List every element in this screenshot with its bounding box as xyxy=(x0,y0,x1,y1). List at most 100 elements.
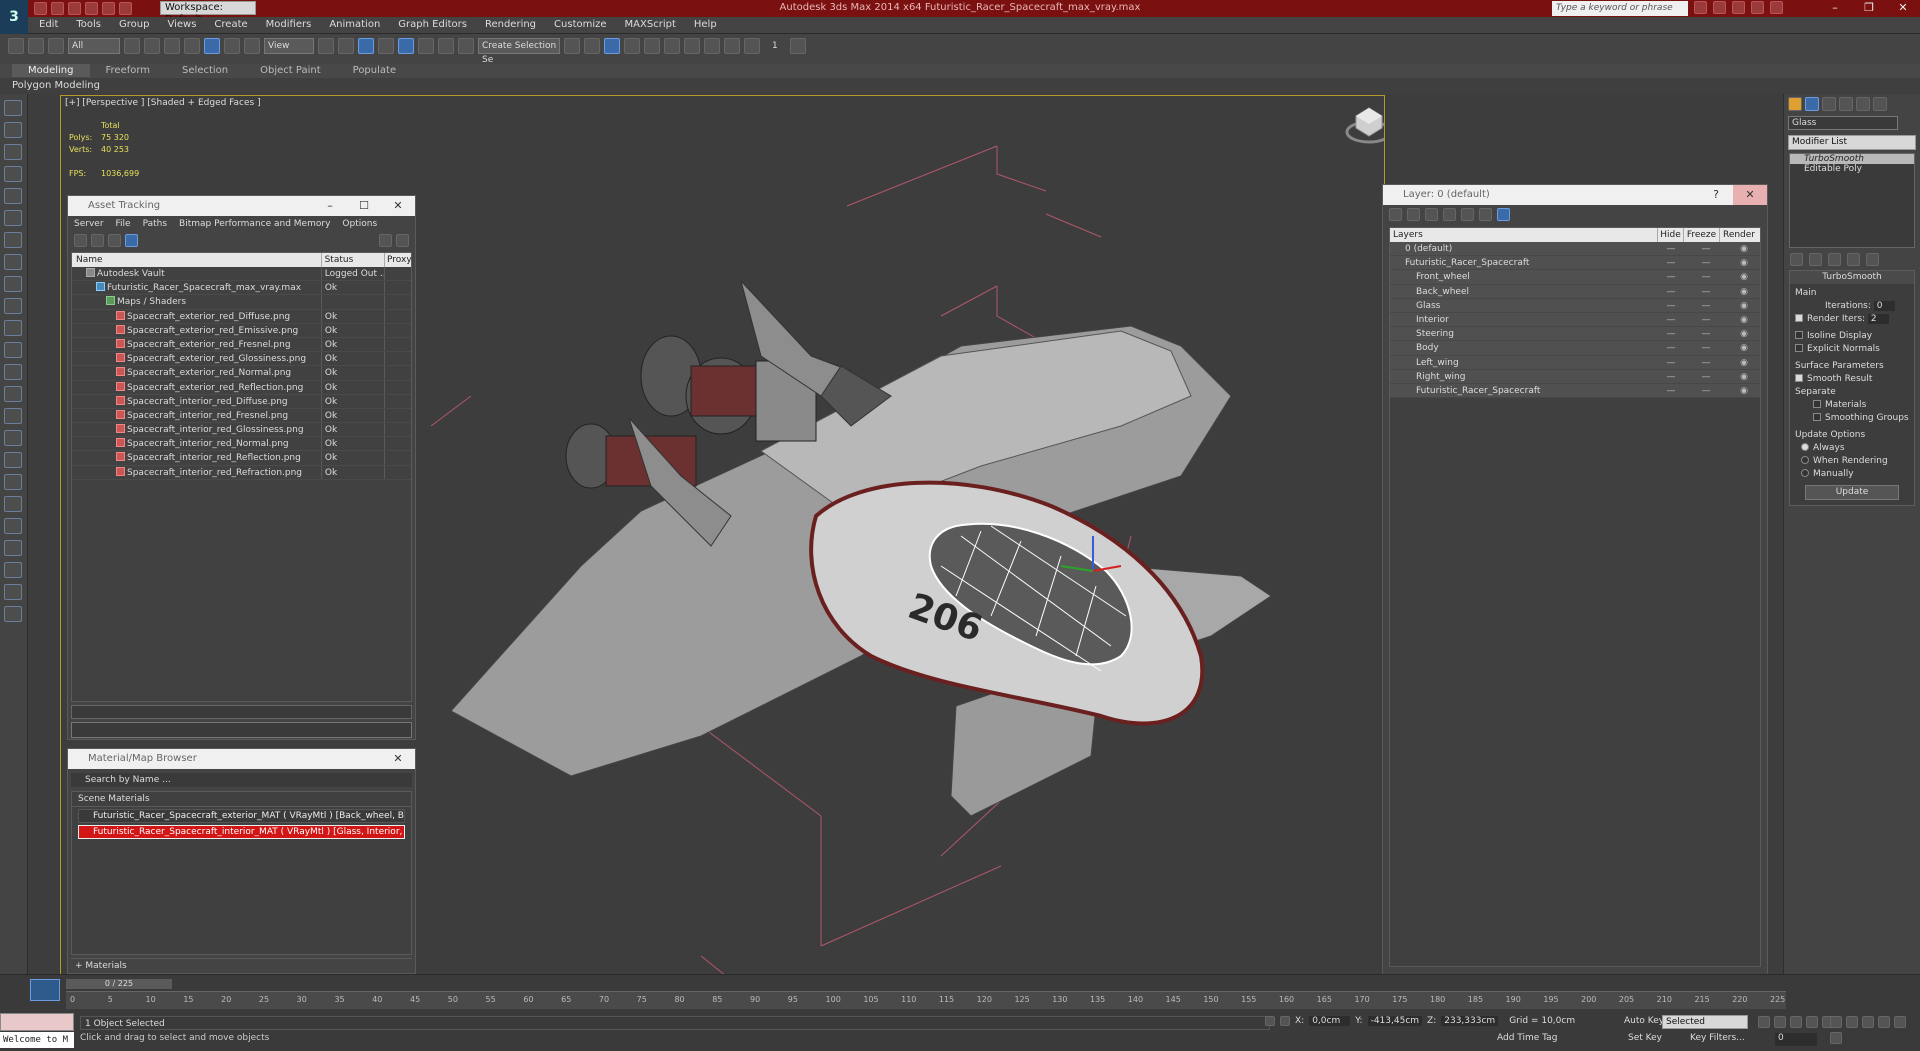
table-row[interactable]: Spacecraft_interior_red_Glossiness.png Ok xyxy=(72,423,411,438)
refresh-icon[interactable] xyxy=(74,234,87,247)
create-tab-icon[interactable] xyxy=(1788,97,1802,111)
schematic-view-icon[interactable] xyxy=(664,38,680,54)
cone-icon[interactable] xyxy=(4,342,22,358)
polygon-modeling-tab[interactable]: Polygon Modeling xyxy=(12,80,100,91)
spinner-snap-icon[interactable] xyxy=(438,38,454,54)
selection-filter-dropdown[interactable]: All xyxy=(68,38,120,54)
layer-row[interactable]: Front_wheel — — ◉ xyxy=(1390,270,1760,285)
foliage-icon[interactable] xyxy=(4,474,22,490)
reference-coordinate-dropdown[interactable]: View xyxy=(264,38,314,54)
show-end-result-icon[interactable] xyxy=(1809,253,1822,266)
hide-toggle[interactable]: — xyxy=(1665,270,1677,284)
layer-manager-icon[interactable] xyxy=(604,38,620,54)
always-radio[interactable] xyxy=(1801,443,1809,451)
iterations-spinner[interactable]: 0 xyxy=(1873,301,1895,311)
rollout-title[interactable]: TurboSmooth xyxy=(1790,271,1914,284)
y-coordinate[interactable]: -413,45cm xyxy=(1367,1016,1423,1026)
viewcube-icon[interactable] xyxy=(1344,98,1384,144)
hide-toggle[interactable]: — xyxy=(1665,299,1677,313)
mini-listener-icon[interactable] xyxy=(30,979,60,1001)
list-icon[interactable] xyxy=(91,234,104,247)
table-row[interactable]: Spacecraft_interior_red_Refraction.png Ok xyxy=(72,465,411,480)
materials-checkbox[interactable] xyxy=(1813,400,1821,408)
utilities-tab-icon[interactable] xyxy=(1873,97,1887,111)
remove-modifier-icon[interactable] xyxy=(1847,253,1860,266)
table-row[interactable]: Spacecraft_exterior_red_Normal.png Ok xyxy=(72,366,411,381)
asset-menu-bitmap-performance-and-memory[interactable]: Bitmap Performance and Memory xyxy=(179,219,330,229)
render-toggle-icon[interactable]: ◉ xyxy=(1738,384,1750,398)
select-by-name-icon[interactable] xyxy=(144,38,160,54)
mirror-icon[interactable] xyxy=(564,38,580,54)
update-button[interactable]: Update xyxy=(1805,485,1899,500)
named-selection-dropdown[interactable]: Create Selection Se xyxy=(478,38,560,65)
minimize-button[interactable]: – xyxy=(313,196,347,216)
display-tab-icon[interactable] xyxy=(1856,97,1870,111)
freeze-toggle[interactable]: — xyxy=(1700,327,1712,341)
edit-named-selection-icon[interactable] xyxy=(458,38,474,54)
globe-icon[interactable] xyxy=(4,540,22,556)
zoom-extents-icon[interactable] xyxy=(1862,1016,1874,1028)
hide-toggle[interactable]: — xyxy=(1665,256,1677,270)
layer-row[interactable]: Futuristic_Racer_Spacecraft — — ◉ xyxy=(1390,383,1760,399)
material-editor-icon[interactable] xyxy=(684,38,700,54)
pan-icon[interactable] xyxy=(1894,1016,1906,1028)
material-search-input[interactable]: Search by Name ... xyxy=(71,773,412,787)
keyboard-shortcut-override-icon[interactable] xyxy=(358,38,374,54)
orbit-icon[interactable] xyxy=(1830,1032,1842,1044)
layer-manager-titlebar[interactable]: Layer: 0 (default) ? ✕ xyxy=(1383,185,1767,205)
torus-icon[interactable] xyxy=(4,386,22,402)
table-row[interactable]: Spacecraft_exterior_red_Fresnel.png Ok xyxy=(72,337,411,353)
table-icon[interactable] xyxy=(108,234,121,247)
close-button[interactable]: ✕ xyxy=(1886,0,1920,17)
render-toggle-icon[interactable]: ◉ xyxy=(1738,341,1750,355)
configure-sets-icon[interactable] xyxy=(1866,253,1879,266)
layer-row[interactable]: Right_wing — — ◉ xyxy=(1390,369,1760,384)
scene-materials-header[interactable]: Scene Materials xyxy=(72,792,411,807)
maxscript-mini-listener[interactable] xyxy=(0,1013,74,1031)
ribbon-tab-freeform[interactable]: Freeform xyxy=(90,64,167,77)
redo-icon[interactable] xyxy=(102,2,115,15)
light-icon[interactable] xyxy=(4,188,22,204)
app-logo[interactable]: 3 xyxy=(0,0,28,34)
select-move-icon[interactable] xyxy=(204,38,220,54)
freeze-toggle[interactable]: — xyxy=(1700,299,1712,313)
menu-graph-editors[interactable]: Graph Editors xyxy=(389,19,476,30)
go-to-start-icon[interactable] xyxy=(1758,1016,1770,1028)
menu-maxscript[interactable]: MAXScript xyxy=(616,19,685,30)
column-layers[interactable]: Layers xyxy=(1390,228,1658,242)
column-render[interactable]: Render xyxy=(1720,228,1758,242)
freeze-toggle[interactable]: — xyxy=(1700,256,1712,270)
help-icon[interactable] xyxy=(379,234,392,247)
smooth-result-checkbox[interactable] xyxy=(1795,374,1803,382)
render-toggle-icon[interactable]: ◉ xyxy=(1738,327,1750,341)
hide-toggle[interactable]: — xyxy=(1665,313,1677,327)
menu-tools[interactable]: Tools xyxy=(67,19,110,30)
previous-frame-icon[interactable] xyxy=(1774,1016,1786,1028)
table-row[interactable]: Spacecraft_exterior_red_Glossiness.png Ok xyxy=(72,352,411,367)
materials-section-collapsed[interactable]: + Materials xyxy=(71,958,412,972)
favorites-icon[interactable] xyxy=(1751,1,1764,14)
table-row[interactable]: Spacecraft_exterior_red_Diffuse.png Ok xyxy=(72,309,411,324)
render-toggle-icon[interactable]: ◉ xyxy=(1738,356,1750,370)
when-rendering-radio[interactable] xyxy=(1801,456,1809,464)
angle-snap-icon[interactable] xyxy=(398,38,414,54)
smoothing-groups-checkbox[interactable] xyxy=(1813,413,1821,421)
hide-toggle[interactable]: — xyxy=(1665,370,1677,384)
zoom-icon[interactable] xyxy=(1830,1016,1842,1028)
absolute-mode-icon[interactable] xyxy=(1280,1016,1290,1026)
bone-icon[interactable] xyxy=(4,430,22,446)
box-primitive-icon[interactable] xyxy=(4,122,22,138)
auto-key-button[interactable]: Auto Key xyxy=(1624,1016,1664,1026)
render-toggle-icon[interactable]: ◉ xyxy=(1738,299,1750,313)
render-production-icon[interactable] xyxy=(744,38,760,54)
freeze-toggle[interactable]: — xyxy=(1700,370,1712,384)
render-setup-icon[interactable] xyxy=(704,38,720,54)
material-browser-titlebar[interactable]: Material/Map Browser ✕ xyxy=(68,749,415,769)
rendered-frame-window-icon[interactable] xyxy=(724,38,740,54)
zoom-all-icon[interactable] xyxy=(1846,1016,1858,1028)
unlink-icon[interactable] xyxy=(28,38,44,54)
render-toggle-icon[interactable]: ◉ xyxy=(1738,242,1750,256)
subscription-icon[interactable] xyxy=(1713,1,1726,14)
cylinder-icon[interactable] xyxy=(4,320,22,336)
key-set-dropdown[interactable]: Selected xyxy=(1662,1015,1748,1029)
